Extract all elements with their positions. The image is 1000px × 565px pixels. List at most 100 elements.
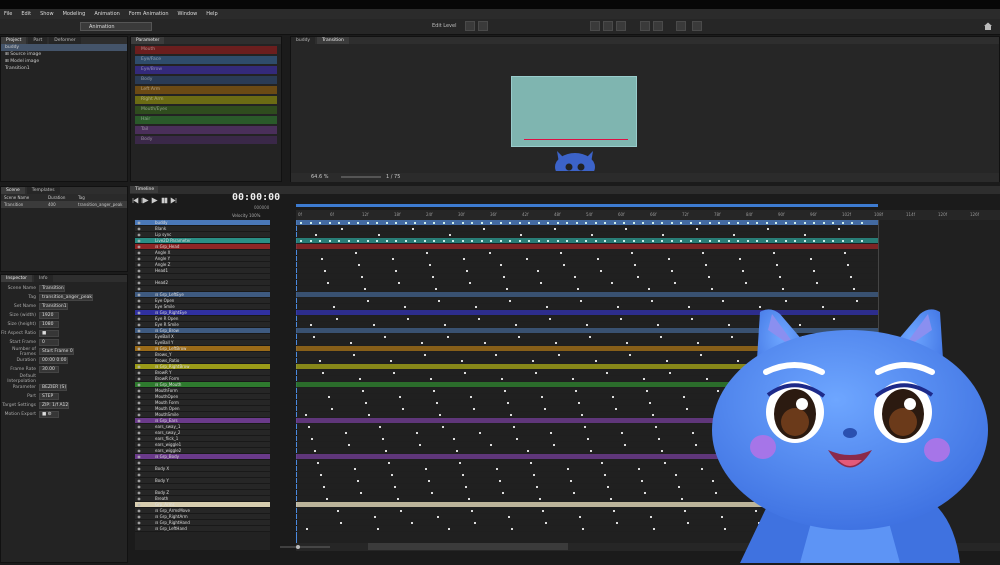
keyframe[interactable] [587,438,589,440]
keyframe[interactable] [623,240,625,242]
toolbar-tool-button[interactable] [676,21,686,31]
keyframe[interactable] [689,240,692,242]
keyframe[interactable] [572,378,574,380]
keyframe[interactable] [390,360,392,362]
menu-show[interactable]: Show [40,11,54,17]
keyframe[interactable] [421,342,423,344]
keyframe[interactable] [411,522,413,524]
keyframe[interactable] [509,240,511,242]
keyframe[interactable] [510,414,512,416]
keyframe[interactable] [545,522,547,524]
keyframe[interactable] [354,468,356,470]
keyframe[interactable] [624,444,626,446]
keyframe[interactable] [328,396,330,398]
keyframe[interactable] [393,372,395,374]
tab-inspector[interactable]: Inspector [1,275,32,282]
keyframe[interactable] [594,222,597,224]
inspector-field-value[interactable]: ■ ⚙ [39,411,59,418]
keyframe[interactable] [651,300,653,302]
inspector-field-value[interactable]: 0 [39,339,59,346]
visibility-icon[interactable]: ◉ [135,340,143,345]
keyframe[interactable] [322,372,324,374]
keyframe[interactable] [773,252,775,254]
tab-templates[interactable]: Templates [26,187,60,194]
visibility-icon[interactable]: ◉ [135,232,143,237]
keyframe[interactable] [331,408,333,410]
menu-animation[interactable]: Animation [94,11,120,17]
keyframe[interactable] [533,474,535,476]
keyframe[interactable] [822,240,825,242]
keyframe[interactable] [585,222,587,224]
work-area-bar[interactable] [296,204,878,207]
keyframe[interactable] [668,258,670,260]
keyframe[interactable] [613,222,616,224]
keyframe[interactable] [404,240,407,242]
keyframe[interactable] [319,240,321,242]
project-tree-item[interactable]: ⊞ Source image [1,51,127,58]
keyframe[interactable] [483,228,485,230]
keyframe[interactable] [315,234,317,236]
keyframe[interactable] [337,510,339,512]
keyframe[interactable] [502,492,504,494]
visibility-icon[interactable]: ◉ [135,328,143,333]
menu-form-animation[interactable]: Form Animation [129,11,169,17]
keyframe[interactable] [426,252,428,254]
keyframe[interactable] [399,396,401,398]
keyframe[interactable] [504,390,506,392]
keyframe[interactable] [813,270,815,272]
keyframe[interactable] [461,222,464,224]
keyframe[interactable] [310,324,312,326]
keyframe[interactable] [424,354,426,356]
keyframe[interactable] [860,240,863,242]
keyframe[interactable] [810,258,812,260]
keyframe[interactable] [695,444,697,446]
keyframe[interactable] [414,240,416,242]
zoom-slider[interactable] [341,176,381,178]
keyframe[interactable] [490,240,492,242]
keyframe[interactable] [359,378,361,380]
keyframe[interactable] [439,414,441,416]
keyframe[interactable] [433,390,435,392]
keyframe[interactable] [448,528,450,530]
keyframe[interactable] [385,222,388,224]
keyframe[interactable] [376,222,378,224]
keyframe[interactable] [585,240,587,242]
keyframe[interactable] [526,258,528,260]
visibility-icon[interactable]: ◉ [135,412,143,417]
keyframe[interactable] [629,354,631,356]
visibility-icon[interactable]: ◉ [135,322,143,327]
parameter-group-bar[interactable]: Eye/Brow [135,66,277,74]
keyframe[interactable] [471,240,473,242]
keyframe[interactable] [358,264,360,266]
keyframe[interactable] [655,426,657,428]
keyframe[interactable] [651,240,654,242]
keyframe[interactable] [660,336,662,338]
keyframe[interactable] [532,360,534,362]
keyframe[interactable] [499,480,501,482]
keyframe[interactable] [705,264,707,266]
keyframe[interactable] [357,240,359,242]
keyframe[interactable] [699,222,701,224]
keyframe[interactable] [528,222,530,224]
keyframe[interactable] [746,222,749,224]
keyframe[interactable] [520,234,522,236]
menu-window[interactable]: Window [178,11,198,17]
inspector-field-value[interactable]: 1920 [39,312,59,319]
keyframe[interactable] [537,270,539,272]
inspector-field-value[interactable]: BEZIER (S) [39,384,68,391]
keyframe[interactable] [556,240,559,242]
keyframe[interactable] [357,480,359,482]
keyframe[interactable] [708,240,711,242]
keyframe[interactable] [604,240,606,242]
keyframe[interactable] [395,222,397,224]
keyframe[interactable] [653,528,655,530]
inspector-field-value[interactable]: 1080 [39,321,59,328]
keyframe[interactable] [652,414,654,416]
keyframe[interactable] [309,222,312,224]
keyframe[interactable] [651,222,654,224]
keyframe[interactable] [638,468,640,470]
keyframe[interactable] [507,402,509,404]
keyframe[interactable] [447,336,449,338]
keyframe[interactable] [775,240,777,242]
keyframe[interactable] [708,222,711,224]
